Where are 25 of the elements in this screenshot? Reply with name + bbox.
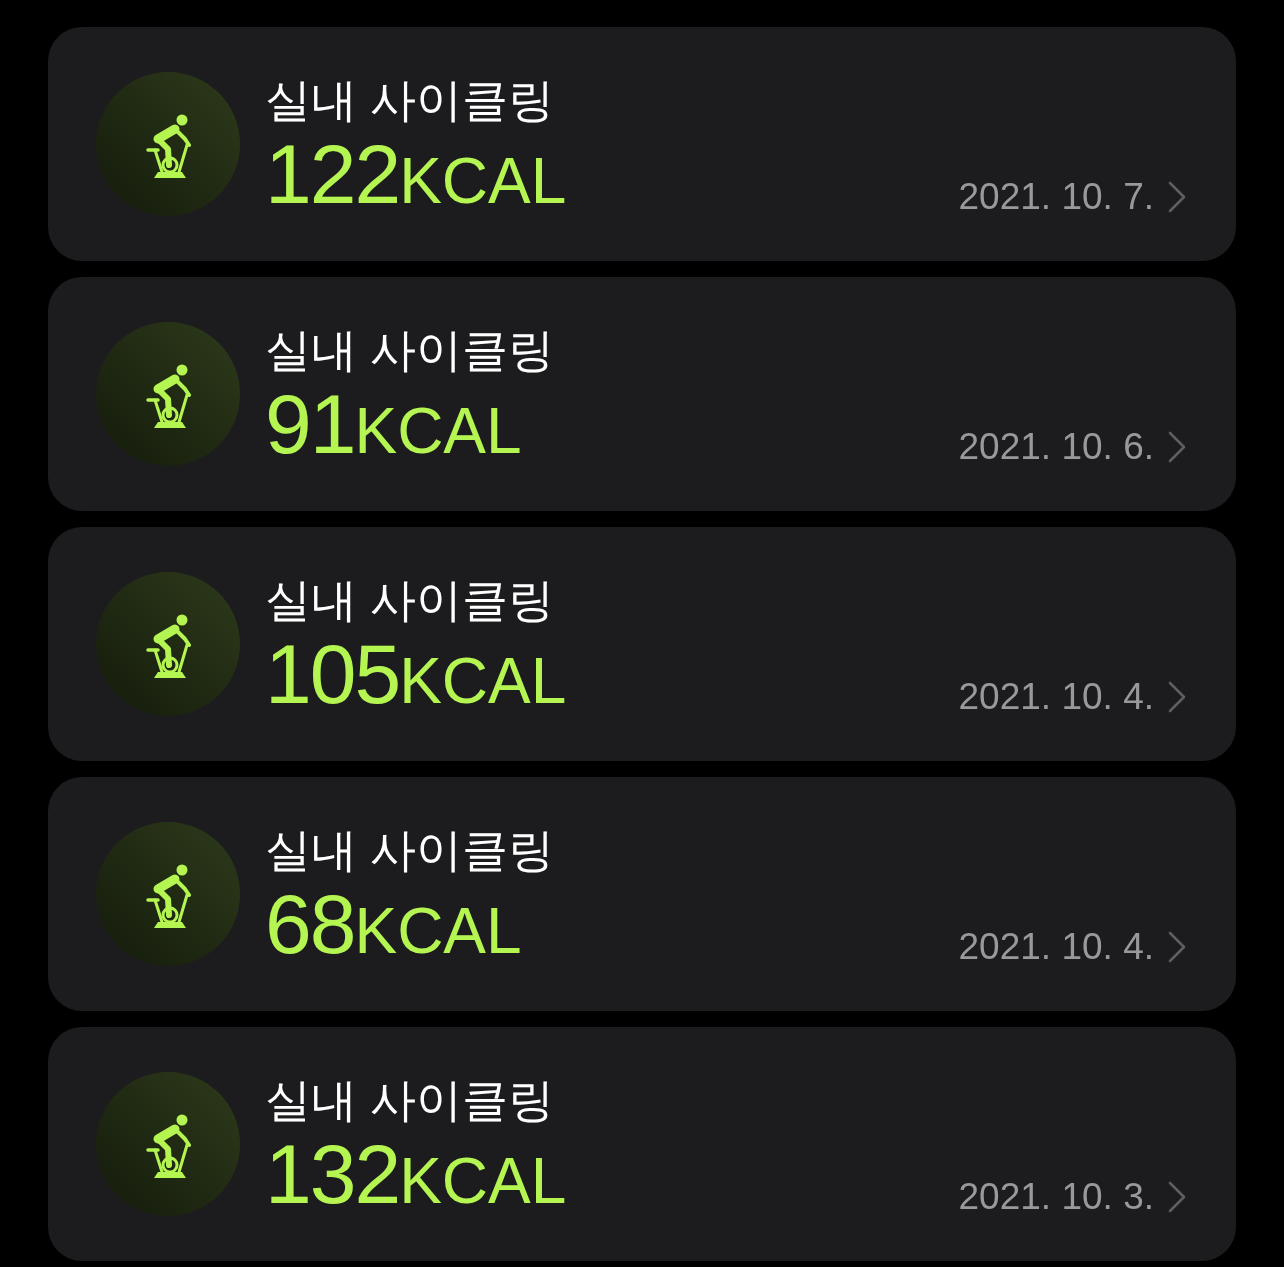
- workout-title: 실내 사이클링: [265, 73, 555, 127]
- chevron-icon: [1168, 1180, 1186, 1213]
- calorie-reading: 68KCAL: [265, 882, 523, 967]
- date-label: 2021. 10. 4.: [958, 678, 1154, 715]
- chevron-icon: [1168, 930, 1186, 963]
- chevron-icon: [1168, 430, 1186, 463]
- workout-title: 실내 사이클링: [265, 323, 554, 377]
- workout-card[interactable]: 실내 사이클링 132KCAL 2021. 10. 3.: [48, 1027, 1236, 1261]
- workout-card[interactable]: 실내 사이클링 105KCAL 2021. 10. 4.: [48, 527, 1236, 761]
- calorie-reading: 105KCAL: [265, 632, 567, 717]
- chevron-icon: [1168, 180, 1186, 213]
- date-label: 2021. 10. 6.: [958, 428, 1154, 465]
- workout-card[interactable]: 실내 사이클링 68KCAL 2021. 10. 4.: [48, 777, 1236, 1011]
- workout-title: 실내 사이클링: [265, 823, 554, 877]
- workout-title: 실내 사이클링: [265, 1073, 555, 1127]
- calorie-reading: 122KCAL: [265, 132, 567, 217]
- date-label: 2021. 10. 7.: [958, 178, 1154, 215]
- chevron-icon: [1168, 680, 1186, 713]
- date-label: 2021. 10. 4.: [958, 928, 1154, 965]
- date-label: 2021. 10. 3.: [958, 1178, 1154, 1215]
- workout-card[interactable]: 실내 사이클링 91KCAL 2021. 10. 6.: [48, 277, 1236, 511]
- calorie-reading: 132KCAL: [265, 1132, 567, 1217]
- workout-card[interactable]: 실내 사이클링 122KCAL 2021. 10. 7.: [48, 27, 1236, 261]
- calorie-reading: 91KCAL: [265, 382, 523, 467]
- workout-title: 실내 사이클링: [265, 573, 555, 627]
